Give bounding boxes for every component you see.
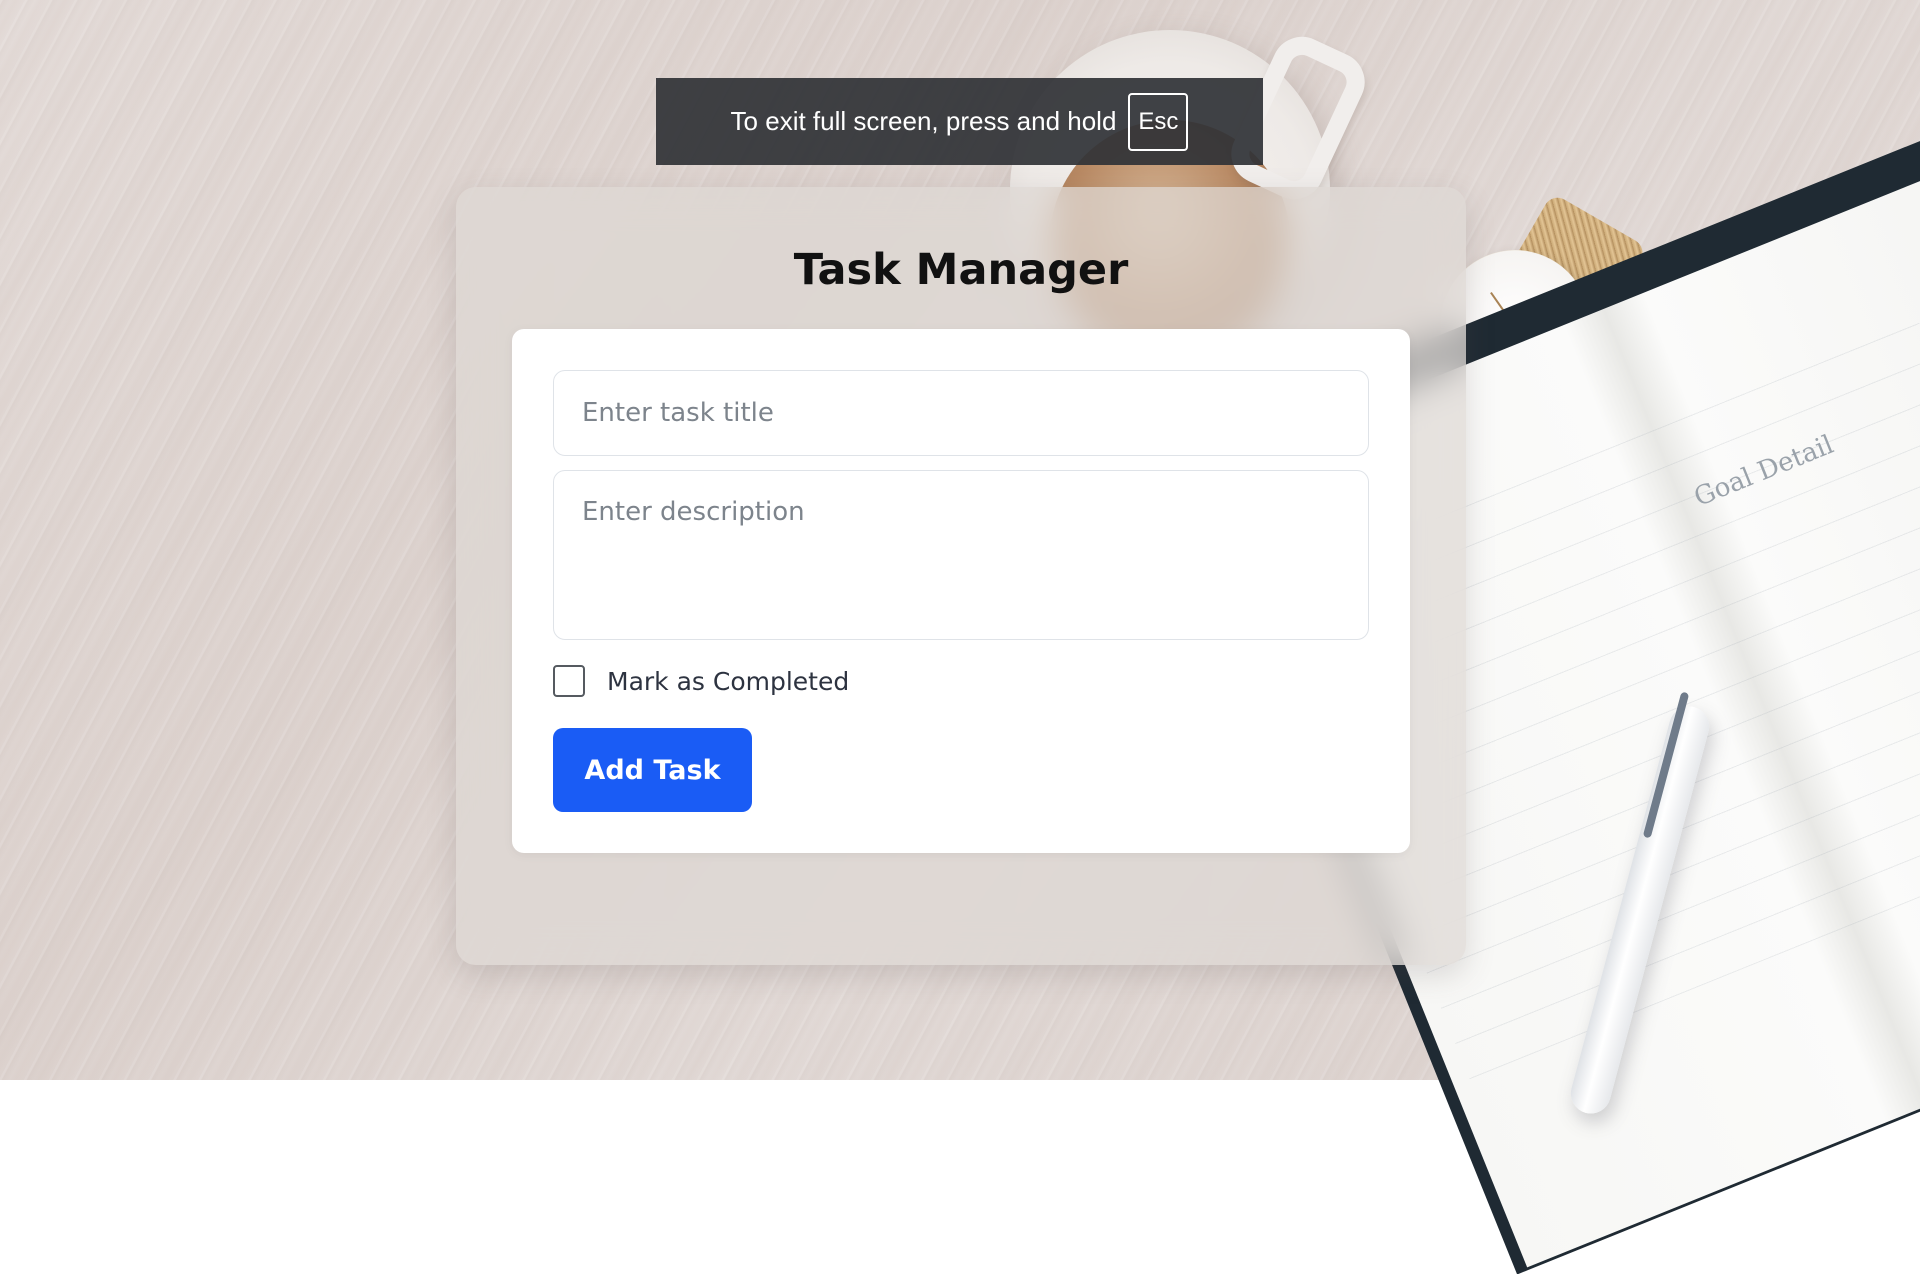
completed-row[interactable]: Mark as Completed (553, 665, 849, 697)
task-description-input[interactable] (553, 470, 1369, 640)
completed-checkbox[interactable] (553, 665, 585, 697)
esc-key-badge: Esc (1128, 92, 1189, 151)
fullscreen-notice-text: To exit full screen, press and hold (730, 106, 1117, 136)
page-title: Task Manager (793, 245, 1129, 295)
task-title-input[interactable] (553, 370, 1369, 456)
completed-label[interactable]: Mark as Completed (607, 667, 849, 696)
add-task-button[interactable]: Add Task (553, 728, 752, 812)
task-form-card: Mark as Completed Add Task (512, 329, 1410, 853)
task-manager-panel: Task Manager Mark as Completed Add Task (456, 187, 1466, 965)
fullscreen-exit-notice: To exit full screen, press and hold Esc (656, 78, 1263, 165)
